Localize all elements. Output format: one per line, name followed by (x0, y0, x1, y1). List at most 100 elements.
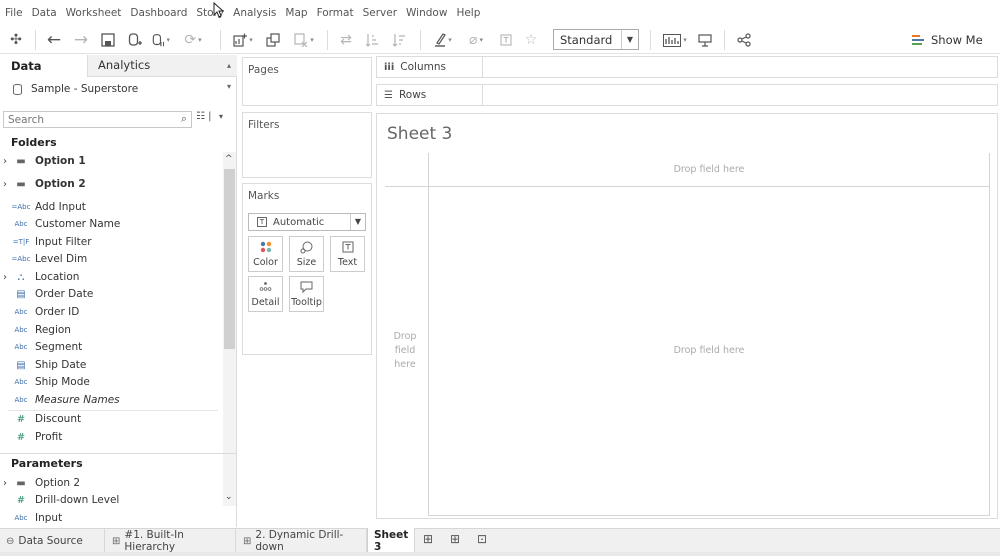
refresh-icon[interactable]: ⟳ ▾ (184, 30, 202, 50)
new-worksheet-icon[interactable]: ▾ (230, 30, 256, 50)
field-name: Discount (35, 413, 82, 425)
expand-icon[interactable]: › (3, 156, 7, 167)
clear-sheet-icon[interactable]: ▾ (290, 30, 318, 50)
field-item[interactable]: # Discount (0, 410, 222, 428)
menu-help[interactable]: Help (453, 0, 486, 26)
tooltip-button[interactable]: Tooltip (289, 276, 324, 312)
field-name: Customer Name (35, 218, 121, 230)
fix-axes-icon[interactable]: ☆ (522, 30, 540, 50)
columns-shelf[interactable]: iii Columns (376, 56, 998, 78)
menu-file[interactable]: File (2, 0, 29, 26)
expand-icon[interactable]: › (3, 272, 7, 283)
new-story-icon[interactable]: ⊡ (477, 532, 487, 546)
tab-dynamic-drill-down-label: 2. Dynamic Drill-down (255, 529, 344, 553)
sheet-title[interactable]: Sheet 3 (387, 124, 452, 144)
new-datasource-icon[interactable] (126, 30, 144, 50)
expand-icon[interactable]: › (3, 478, 7, 489)
menu-window[interactable]: Window (403, 0, 453, 26)
menu-format[interactable]: Format (314, 0, 360, 26)
field-item[interactable]: Abc Segment (0, 338, 222, 356)
color-label: Color (253, 256, 278, 268)
field-item[interactable]: Abc Customer Name (0, 215, 222, 233)
highlight-icon[interactable]: ▾ (430, 30, 456, 50)
show-hide-cards-icon[interactable]: ▾ (661, 30, 689, 50)
calendar-icon: ▤ (16, 359, 26, 371)
field-item[interactable]: Abc Measure Names (0, 391, 222, 409)
menu-data[interactable]: Data (29, 0, 63, 26)
menu-map[interactable]: Map (282, 0, 313, 26)
row-header-divider (428, 153, 429, 516)
field-item[interactable]: Abc Region (0, 321, 222, 339)
text-button[interactable]: Text (330, 236, 365, 272)
parameter-item[interactable]: › ▬ Option 2 (0, 474, 222, 492)
drop-zone-columns[interactable]: Drop field here (429, 164, 989, 175)
tab-dynamic-drill-down[interactable]: ⊞ 2. Dynamic Drill-down (237, 529, 367, 553)
columns-label: Columns (400, 61, 446, 73)
undo-icon[interactable]: ← (45, 30, 63, 50)
list-view-icon[interactable]: ☷ | (196, 111, 212, 122)
rows-shelf[interactable]: ☰ Rows (376, 84, 998, 106)
tab-data-source-label: Data Source (18, 535, 83, 547)
field-item[interactable]: =Abc Add Input (0, 198, 222, 216)
color-button[interactable]: Color (248, 236, 283, 272)
field-item[interactable]: ▤ Ship Date (0, 356, 222, 374)
string-icon: Abc (14, 308, 28, 316)
field-item[interactable]: ▤ Order Date (0, 285, 222, 303)
share-icon[interactable] (735, 30, 753, 50)
filters-card[interactable]: Filters (242, 112, 372, 178)
pages-card[interactable]: Pages (242, 57, 372, 106)
view-area[interactable]: Drop field here Drop field here Drop fie… (385, 153, 990, 516)
pause-updates-icon[interactable]: ▾ (152, 30, 170, 50)
field-item[interactable]: Abc Ship Mode (0, 373, 222, 391)
tab-sheet-3[interactable]: Sheet 3 (367, 528, 415, 553)
duplicate-sheet-icon[interactable] (264, 30, 282, 50)
search-icon: ⌕ (180, 112, 187, 125)
parameter-item[interactable]: # Drill-down Level (0, 491, 222, 509)
field-name: Level Dim (35, 253, 88, 265)
show-mark-labels-icon[interactable] (497, 30, 515, 50)
new-dashboard-icon[interactable]: ⊞ (450, 532, 460, 546)
tab-data-source[interactable]: ⊖ Data Source (0, 529, 105, 553)
show-me-button[interactable]: Show Me (912, 30, 983, 50)
folder-icon: ▬ (16, 178, 26, 190)
save-icon[interactable] (100, 30, 116, 50)
parameter-item[interactable]: Abc Input (0, 509, 222, 527)
drop-zone-rows[interactable]: Drop field here (389, 330, 421, 372)
sort-descending-icon[interactable] (390, 30, 408, 50)
field-item[interactable]: › ⛬ Location (0, 268, 222, 286)
tableau-logo-icon[interactable]: ✣ (8, 30, 24, 50)
field-item[interactable]: › ▬ Option 1 (0, 152, 222, 170)
chevron-down-icon[interactable]: ▾ (219, 112, 223, 121)
marks-card: Marks T Automatic ▼ Color Size Text Deta… (242, 183, 372, 355)
string-icon: Abc (14, 396, 28, 404)
field-item[interactable]: Abc Order ID (0, 303, 222, 321)
scroll-down-icon[interactable]: ⌄ (225, 492, 233, 502)
menu-server[interactable]: Server (360, 0, 403, 26)
presentation-mode-icon[interactable] (697, 30, 713, 50)
redo-icon[interactable]: → (72, 30, 90, 50)
expand-icon[interactable]: › (3, 179, 7, 190)
scrollbar-thumb[interactable] (224, 169, 235, 349)
mark-type-dropdown[interactable]: T Automatic ▼ (248, 213, 366, 231)
detail-button[interactable]: Detail (248, 276, 283, 312)
menu-worksheet[interactable]: Worksheet (63, 0, 128, 26)
tab-data[interactable]: Data (0, 55, 88, 77)
scroll-up-icon[interactable]: ^ (225, 154, 233, 164)
drop-zone-view[interactable]: Drop field here (429, 345, 989, 356)
swap-rows-columns-icon[interactable]: ⇄ (337, 30, 355, 50)
tab-analytics[interactable]: Analytics ▴ ▾ (88, 55, 237, 91)
new-worksheet-icon[interactable]: ⊞ (423, 532, 433, 546)
datasource-item[interactable]: Sample - Superstore (0, 77, 237, 101)
tab-built-in-hierarchy[interactable]: ⊞ #1. Built-In Hierarchy (106, 529, 236, 553)
size-button[interactable]: Size (289, 236, 324, 272)
field-item[interactable]: # Profit (0, 428, 222, 446)
field-item[interactable]: › ▬ Option 2 (0, 175, 222, 193)
search-input[interactable] (4, 112, 164, 127)
group-members-icon[interactable]: ⌀ ▾ (463, 30, 489, 50)
sort-ascending-icon[interactable] (363, 30, 381, 50)
field-item[interactable]: =T|F Input Filter (0, 233, 222, 251)
menu-analysis[interactable]: Analysis (230, 0, 282, 26)
field-item[interactable]: =Abc Level Dim (0, 250, 222, 268)
menu-dashboard[interactable]: Dashboard (127, 0, 193, 26)
fit-dropdown[interactable]: Standard ▼ (553, 29, 639, 50)
